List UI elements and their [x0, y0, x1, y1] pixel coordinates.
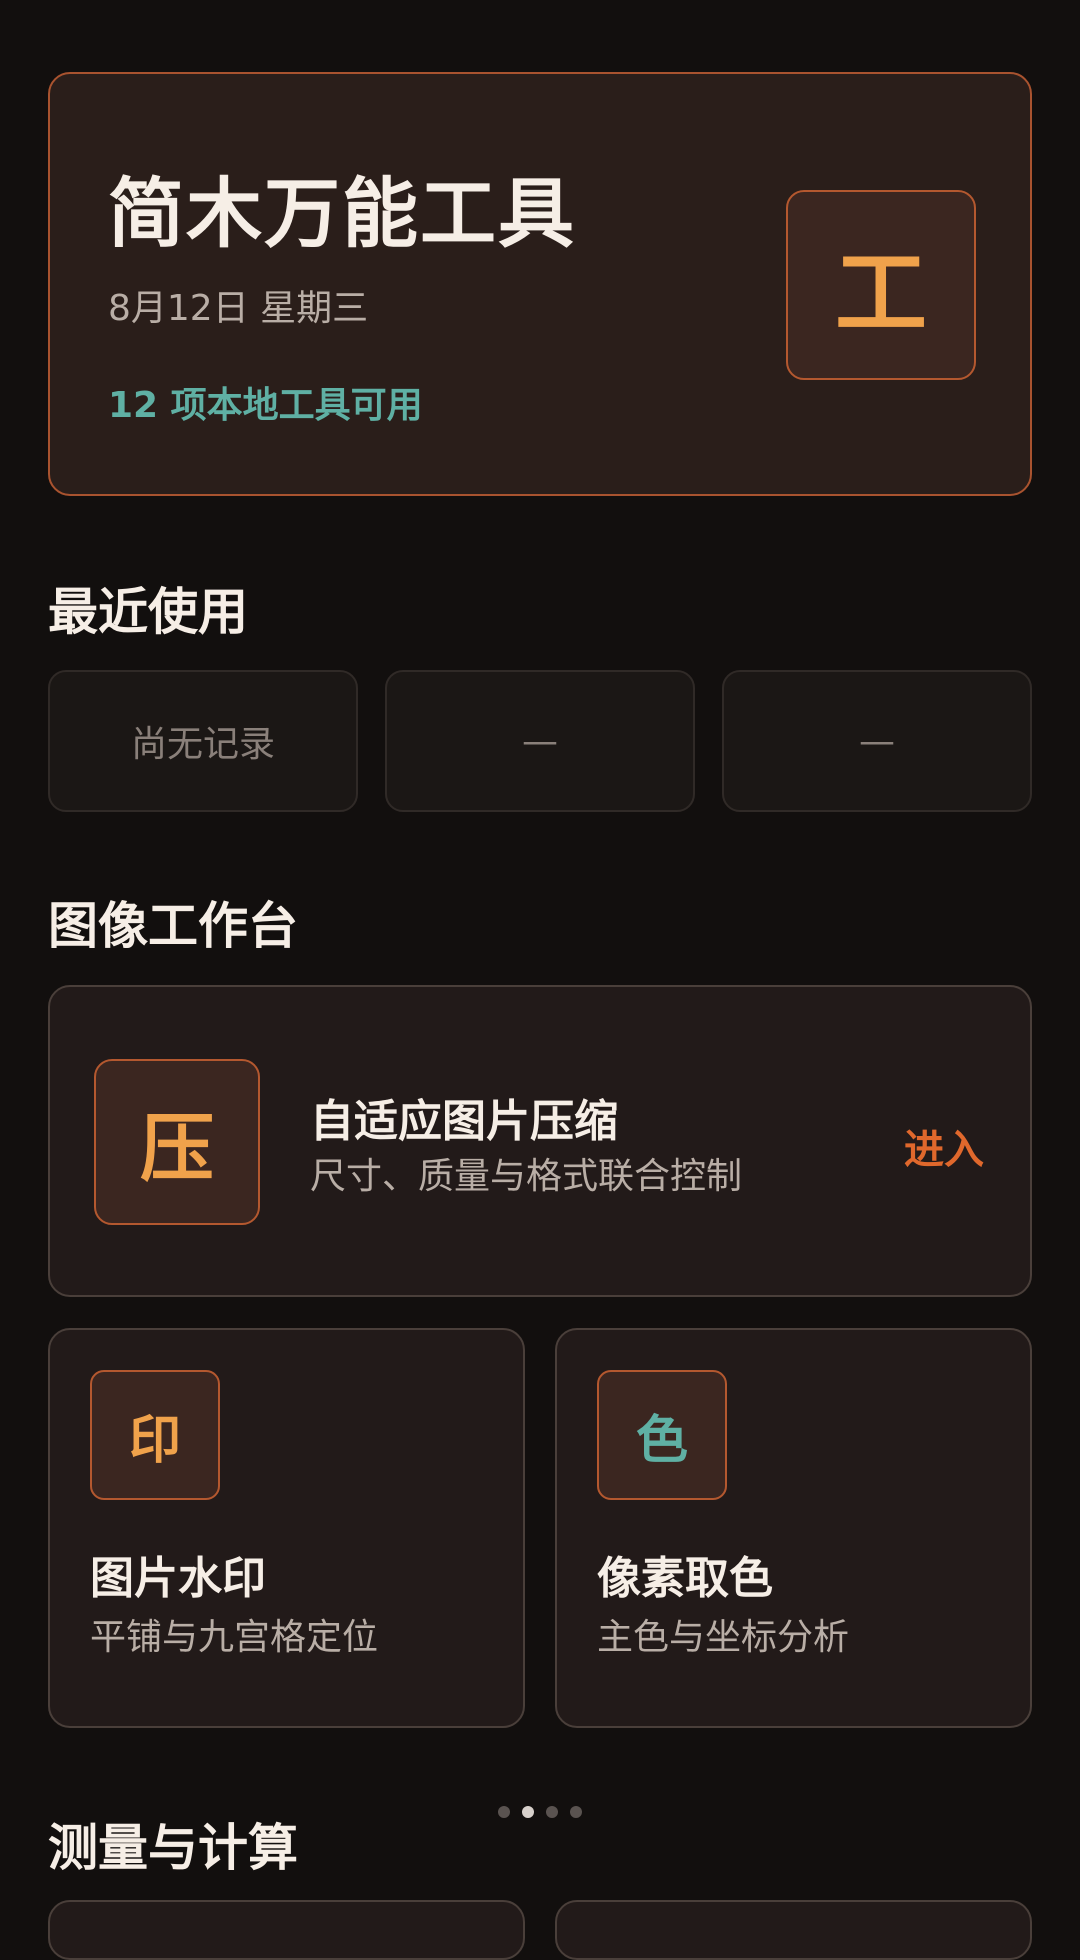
- recent-item-3[interactable]: —: [722, 670, 1032, 812]
- app-logo-icon: 工: [786, 190, 976, 380]
- hero-card: 简木万能工具 8月12日 星期三 12 项本地工具可用 工: [48, 72, 1032, 496]
- recent-item-1[interactable]: 尚无记录: [48, 670, 358, 812]
- section-title-recent: 最近使用: [48, 583, 248, 641]
- color-picker-icon: 色: [597, 1370, 727, 1500]
- measure-tool-card[interactable]: [48, 1900, 525, 1960]
- tool-title: 图片水印: [90, 1553, 266, 1604]
- recent-item-2[interactable]: —: [385, 670, 695, 812]
- image-compress-card[interactable]: 压 自适应图片压缩 尺寸、质量与格式联合控制 进入: [48, 985, 1032, 1297]
- section-title-image-workbench: 图像工作台: [48, 897, 298, 955]
- watermark-icon: 印: [90, 1370, 220, 1500]
- feature-title: 自适应图片压缩: [310, 1096, 618, 1147]
- feature-subtitle: 尺寸、质量与格式联合控制: [310, 1156, 743, 1197]
- section-title-measure: 测量与计算: [48, 1819, 298, 1877]
- enter-button[interactable]: 进入: [904, 1117, 984, 1175]
- page-dot[interactable]: [546, 1806, 558, 1818]
- page-dot[interactable]: [498, 1806, 510, 1818]
- tool-subtitle: 主色与坐标分析: [597, 1617, 850, 1658]
- watermark-tool-card[interactable]: 印 图片水印 平铺与九宫格定位: [48, 1328, 525, 1728]
- page-dot-active[interactable]: [522, 1806, 534, 1818]
- measure-tool-card[interactable]: [555, 1900, 1032, 1960]
- tool-count-label: 12 项本地工具可用: [108, 385, 423, 426]
- app-title: 简木万能工具: [108, 169, 576, 258]
- date-label: 8月12日 星期三: [108, 288, 369, 329]
- tool-subtitle: 平铺与九宫格定位: [90, 1617, 379, 1658]
- compress-icon: 压: [94, 1059, 260, 1225]
- tool-title: 像素取色: [597, 1553, 773, 1604]
- page-dot[interactable]: [570, 1806, 582, 1818]
- page-indicator[interactable]: [498, 1806, 582, 1818]
- color-picker-tool-card[interactable]: 色 像素取色 主色与坐标分析: [555, 1328, 1032, 1728]
